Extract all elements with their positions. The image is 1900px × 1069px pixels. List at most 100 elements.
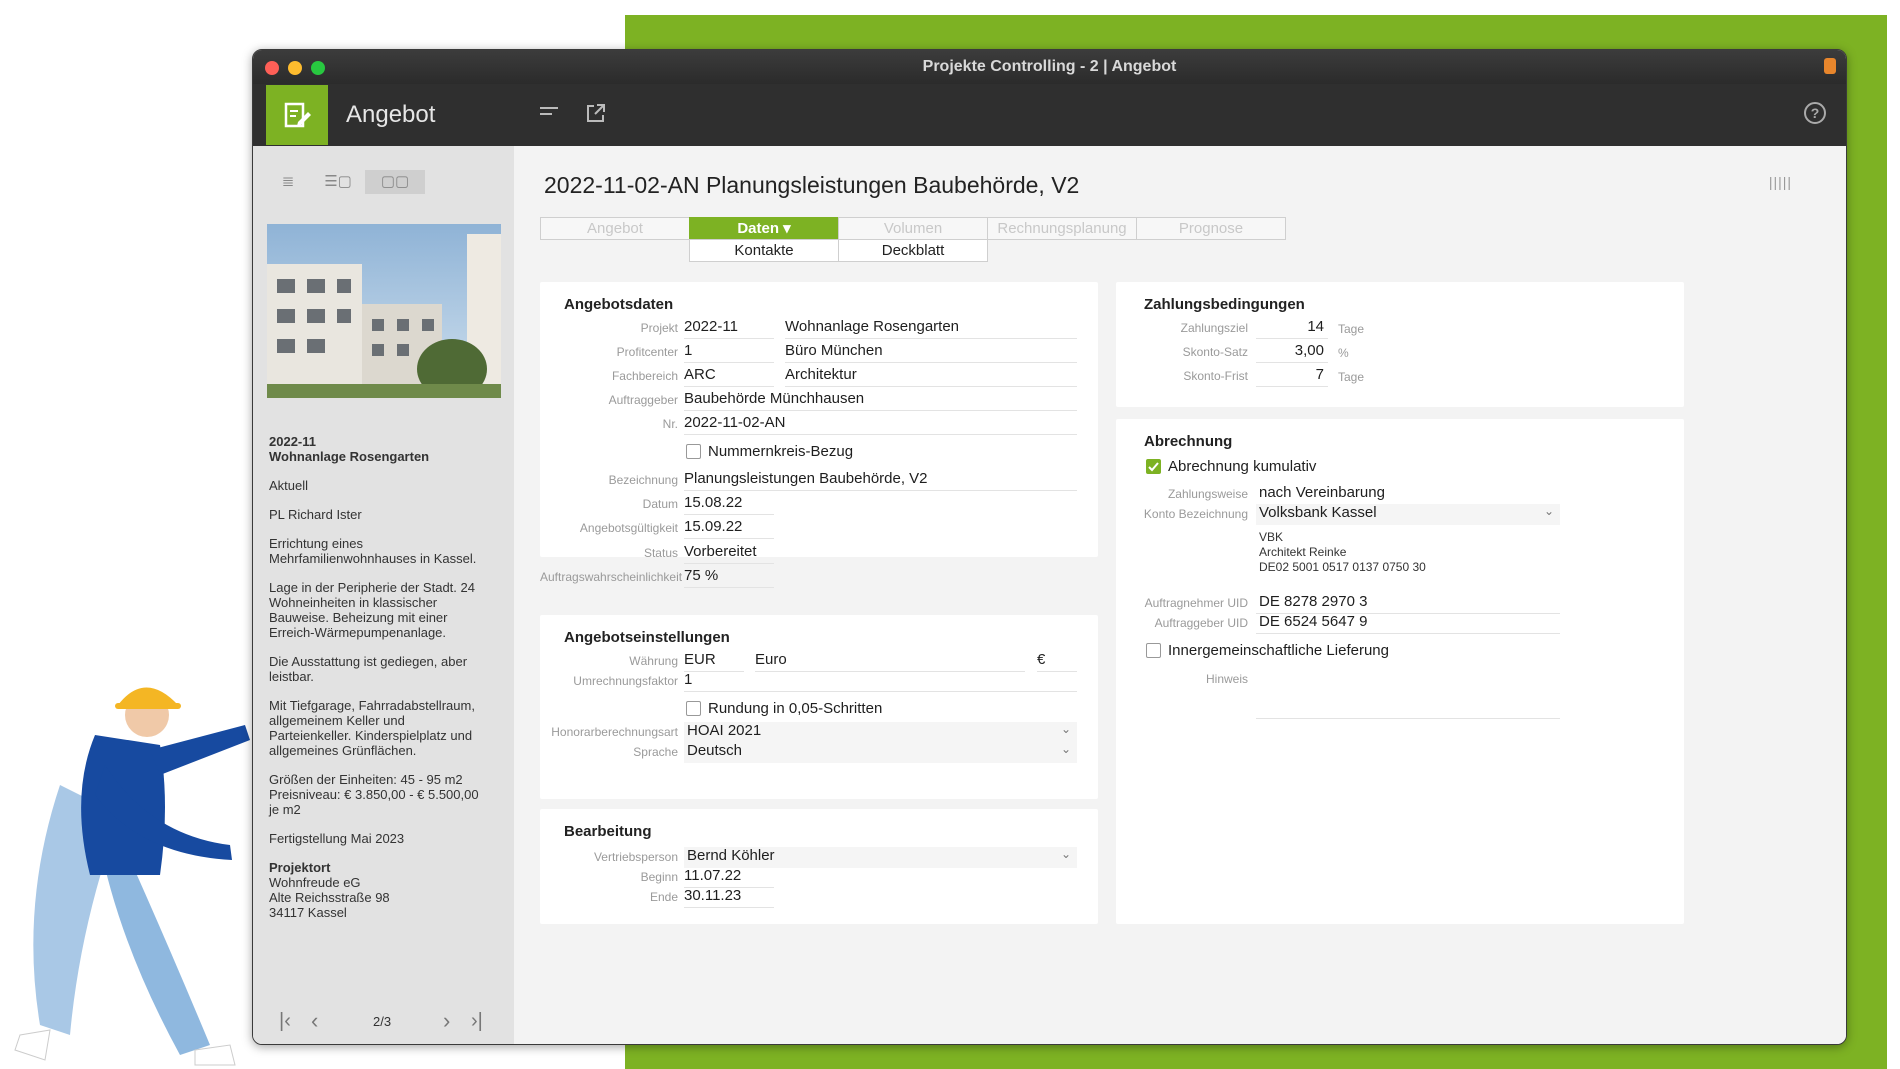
ende-label: Ende (649, 890, 678, 904)
projekt-name-field[interactable]: Wohnanlage Rosengarten (785, 318, 1077, 339)
bearbeitung-heading: Bearbeitung (564, 823, 652, 840)
help-icon[interactable]: ? (1804, 102, 1826, 124)
split-view-icon[interactable]: ☰▢ (308, 170, 368, 194)
hinweis-label: Hinweis (1205, 672, 1248, 686)
waehrung-symbol-field[interactable]: € (1037, 651, 1077, 672)
auftraggeber-uid-field[interactable]: DE 6524 5647 9 (1256, 613, 1560, 634)
sidebar-text-line: Errichtung eines (269, 536, 363, 551)
honorar-label: Honorarberechnungsart (551, 725, 678, 739)
external-link-icon[interactable] (585, 102, 607, 130)
minimize-window-button[interactable] (288, 61, 302, 75)
menu-icon[interactable] (538, 102, 560, 128)
next-record-icon[interactable]: › (443, 1008, 450, 1034)
sidebar-text-block: Lage in der Peripherie der Stadt. 24 Wohn… (269, 580, 504, 640)
umrechnung-field[interactable]: 1 (684, 671, 1077, 692)
fachbereich-name-field[interactable]: Architektur (785, 366, 1077, 387)
vertrieb-value: Bernd Köhler (687, 847, 775, 864)
ende-field[interactable]: 30.11.23 (684, 887, 774, 908)
skonto-satz-field[interactable]: 3,00 (1256, 342, 1328, 363)
close-window-button[interactable] (265, 61, 279, 75)
angebotsdaten-panel: Angebotsdaten Projekt 2022-11 Wohnanlage… (540, 282, 1098, 557)
subtab-kontakte[interactable]: Kontakte (689, 239, 839, 262)
datum-field[interactable]: 15.08.22 (684, 494, 774, 515)
gueltigkeit-field[interactable]: 15.09.22 (684, 518, 774, 539)
abrechnung-heading: Abrechnung (1144, 433, 1233, 450)
tab-rechnungsplanung[interactable]: Rechnungsplanung (987, 217, 1137, 240)
konto-info-line: VBK (1259, 530, 1284, 544)
sidebar-text-block: Errichtung eines Mehrfamilienwohnhauses i… (269, 536, 504, 566)
honorar-select[interactable]: HOAI 2021 ⌄ (684, 722, 1077, 743)
form-view-icon[interactable]: ▢▢ (365, 170, 425, 194)
bezeichnung-field[interactable]: Planungsleistungen Baubehörde, V2 (684, 470, 1077, 491)
app-window: Projekte Controlling - 2 | Angebot Angeb… (252, 49, 1847, 1045)
beginn-field[interactable]: 11.07.22 (684, 867, 774, 888)
skonto-frist-field[interactable]: 7 (1256, 366, 1328, 387)
innergemeinschaftlich-checkbox[interactable] (1146, 643, 1161, 658)
sidebar-text-line: Fertigstellung Mai 2023 (269, 831, 405, 846)
last-record-icon[interactable]: ›| (471, 1010, 483, 1033)
sidebar-text-block: PL Richard Ister (269, 507, 504, 522)
zahlungsweise-field[interactable]: nach Vereinbarung (1256, 484, 1560, 505)
projekt-label: Projekt (640, 321, 678, 335)
nr-label: Nr. (662, 417, 678, 431)
sidebar-text-line: Aktuell (269, 478, 309, 493)
waehrung-code-field[interactable]: EUR (684, 651, 744, 672)
first-record-icon[interactable]: |‹ (279, 1010, 291, 1033)
layout-edit-icon[interactable] (266, 85, 328, 145)
auftragnehmer-uid-field[interactable]: DE 8278 2970 3 (1256, 593, 1560, 614)
projekt-nr-field[interactable]: 2022-11 (684, 318, 774, 339)
honorar-value: HOAI 2021 (687, 722, 762, 739)
zoom-window-button[interactable] (311, 61, 325, 75)
sidebar-text-line: je m2 (269, 802, 301, 817)
nr-field[interactable]: 2022-11-02-AN (684, 414, 1077, 435)
rundung-checkbox[interactable] (686, 701, 701, 716)
sidebar-text-line: Erreich-Wärmepumpenanlage. (269, 625, 447, 640)
fachbereich-code-field[interactable]: ARC (684, 366, 774, 387)
sprache-select[interactable]: Deutsch ⌄ (684, 742, 1077, 763)
status-label: Status (643, 546, 678, 560)
checkmark-icon (1148, 462, 1159, 472)
subtab-deckblatt[interactable]: Deckblatt (838, 239, 988, 262)
skonto-frist-label: Skonto-Frist (1183, 369, 1248, 383)
status-field[interactable]: Vorbereitet (684, 543, 774, 564)
konto-select[interactable]: Volksbank Kassel ⌄ (1256, 504, 1560, 525)
konto-value: Volksbank Kassel (1259, 504, 1377, 521)
hinweis-textarea[interactable] (1256, 669, 1560, 719)
sidebar-text-line: PL Richard Ister (269, 507, 362, 522)
sidebar-text-line: Wohneinheiten in klassischer (269, 595, 438, 610)
tab-angebot[interactable]: Angebot (540, 217, 690, 240)
main-content: 2022-11-02-AN Planungsleistungen Baubehö… (514, 146, 1846, 1044)
sidebar-text-line: allgemeinem Keller und (269, 713, 405, 728)
konto-info: VBK Architekt Reinke DE02 5001 0517 0137… (1259, 530, 1426, 575)
beginn-label: Beginn (640, 870, 678, 884)
previous-record-icon[interactable]: ‹ (311, 1008, 318, 1034)
waehrung-name-field[interactable]: Euro (755, 651, 1025, 672)
vertrieb-label: Vertriebsperson (593, 850, 678, 864)
waehrung-label: Währung (629, 654, 678, 668)
sidebar-text-line: Wohnanlage Rosengarten (269, 449, 430, 464)
kumulativ-checkbox[interactable] (1146, 459, 1161, 474)
sidebar-text-line: Die Ausstattung ist gediegen, aber (269, 654, 468, 669)
zahlungsziel-field[interactable]: 14 (1256, 318, 1328, 339)
barcode-icon[interactable]: ||||| (1769, 174, 1792, 190)
konto-info-line: Architekt Reinke (1259, 545, 1347, 559)
nummernkreis-checkbox[interactable] (686, 444, 701, 459)
worker-illustration (14, 687, 250, 1066)
record-pager: |‹ ‹ 2/3 › ›| (253, 1006, 514, 1036)
chevron-down-icon: ⌄ (1543, 504, 1554, 518)
profitcenter-nr-field[interactable]: 1 (684, 342, 774, 363)
profitcenter-name-field[interactable]: Büro München (785, 342, 1077, 363)
tab-daten[interactable]: Daten ▾ (689, 217, 839, 240)
auftraggeber-field[interactable]: Baubehörde Münchhausen (684, 390, 1077, 411)
tab-prognose[interactable]: Prognose (1136, 217, 1286, 240)
sidebar: ≣ ☰▢ ▢▢ 2022-11 Wohnanlage Rosengarten Akt… (253, 146, 514, 1044)
einstellungen-heading: Angebotseinstellungen (564, 629, 730, 646)
tab-volumen[interactable]: Volumen (838, 217, 988, 240)
wahrscheinlichkeit-field[interactable]: 75 % (684, 567, 774, 588)
konto-label: Konto Bezeichnung (1143, 507, 1248, 521)
sidebar-text-block: Aktuell (269, 478, 504, 493)
datum-label: Datum (642, 497, 678, 511)
auftraggeber-label: Auftraggeber (608, 393, 678, 407)
vertrieb-select[interactable]: Bernd Köhler ⌄ (684, 847, 1077, 868)
lock-icon (1824, 58, 1836, 74)
